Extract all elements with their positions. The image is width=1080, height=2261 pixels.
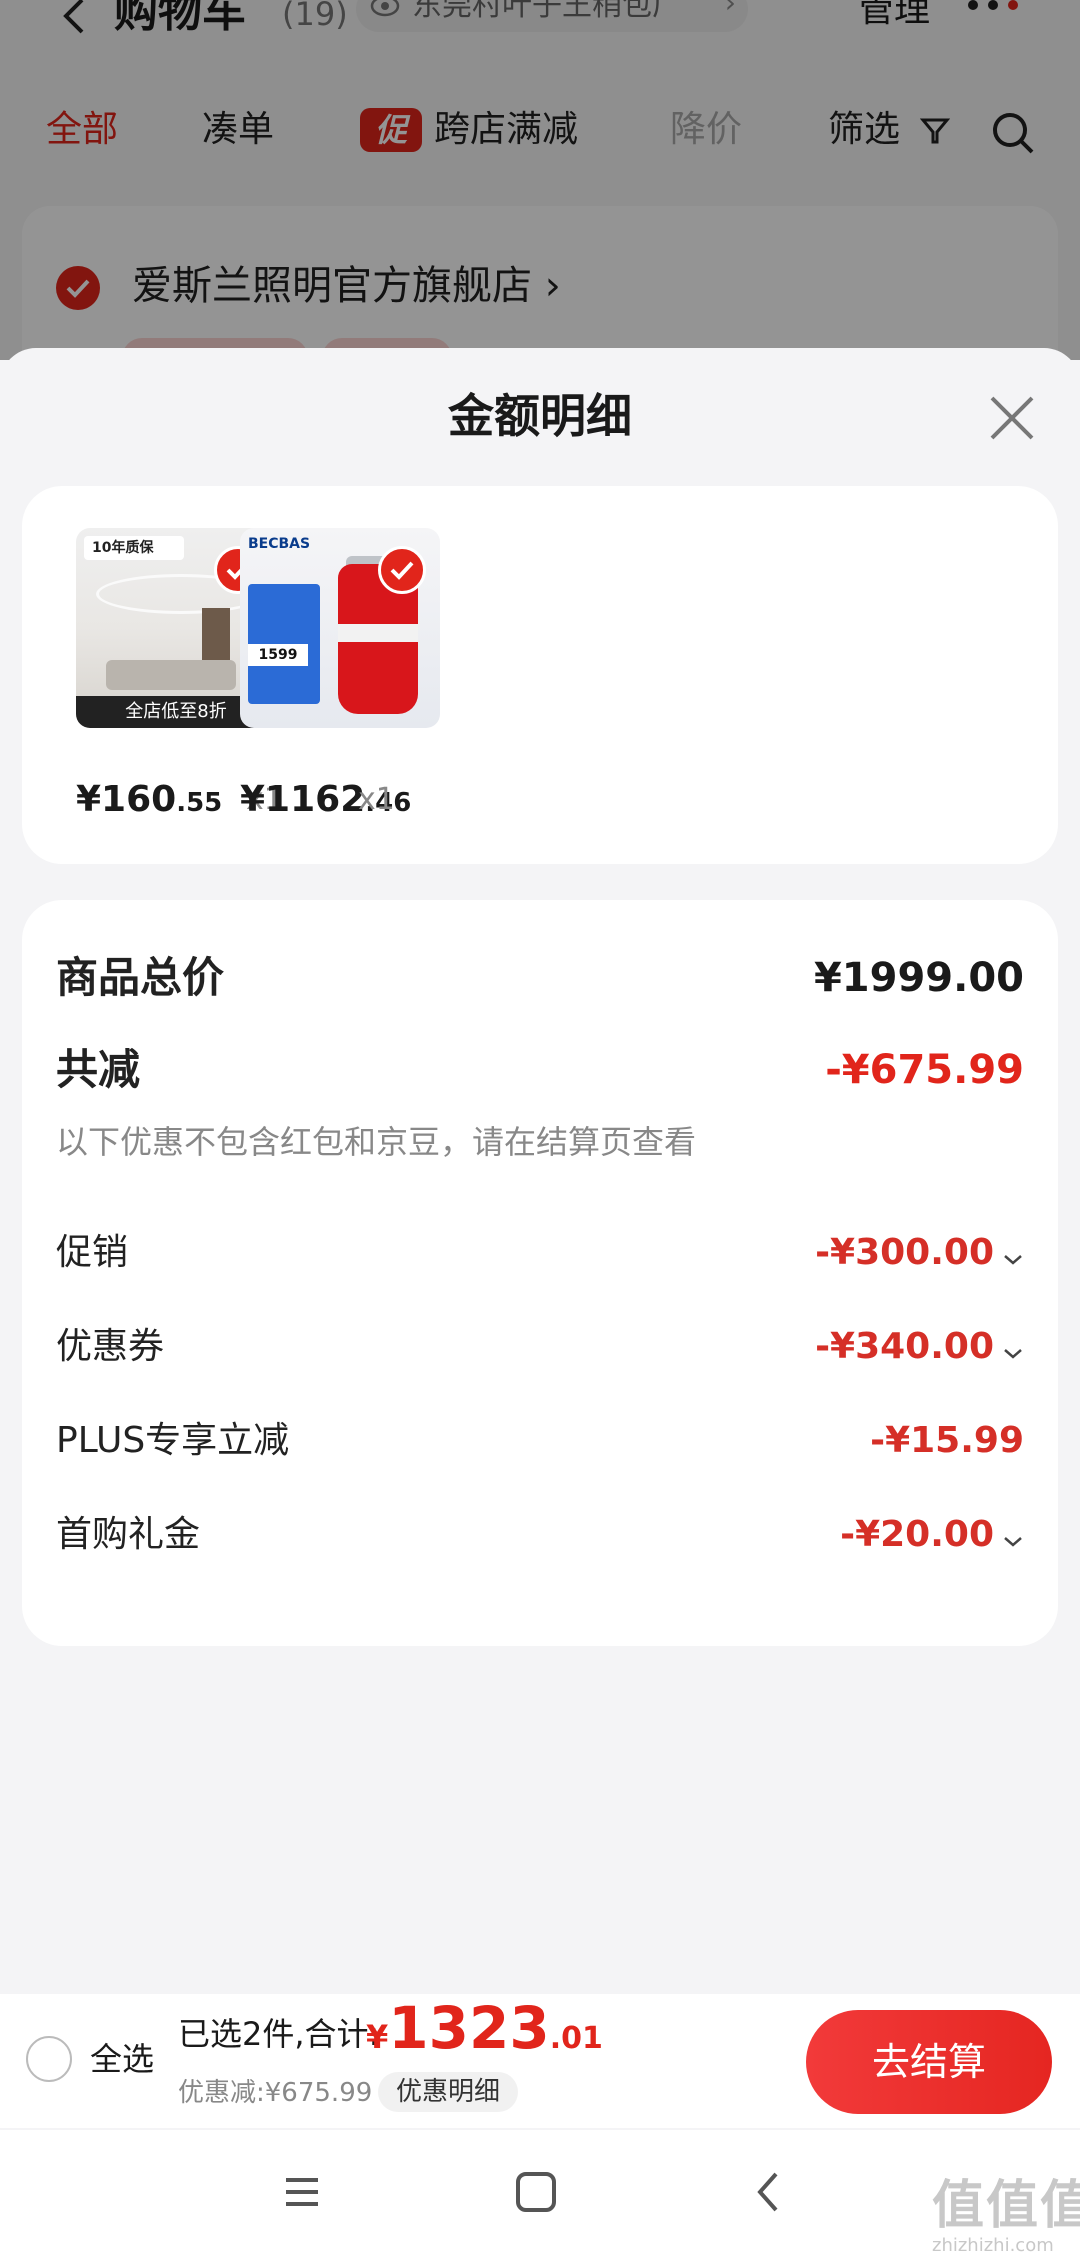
- first-purchase-gift-row[interactable]: -¥20.00: [840, 1512, 1024, 1558]
- chevron-down-icon: [1004, 1536, 1022, 1547]
- plus-discount-label: PLUS专享立减: [56, 1420, 290, 1461]
- amount-detail-sheet: 金额明细 10年质保 全店低至8折 ¥160.55 x1 BECBAS 1599…: [0, 348, 1080, 2261]
- coupon-value: -¥340.00: [815, 1326, 994, 1367]
- select-all-checkbox[interactable]: [26, 2036, 72, 2082]
- system-nav-bar: [0, 2130, 1080, 2261]
- close-icon[interactable]: [986, 392, 1038, 444]
- selected-count-text: 已选2件,合计:: [178, 2015, 380, 2053]
- first-purchase-gift-value: -¥20.00: [840, 1514, 994, 1555]
- product-thumbnail-price: 1599: [248, 644, 308, 666]
- checked-icon: [378, 546, 426, 594]
- total-price-value: ¥1999.00: [813, 955, 1024, 1001]
- site-watermark: 值值值 zhizhizhi.com: [932, 2176, 1080, 2256]
- coupon-row[interactable]: -¥340.00: [815, 1324, 1024, 1370]
- plus-discount-row: -¥15.99: [870, 1418, 1024, 1464]
- product-logo: 10年质保: [84, 536, 184, 560]
- promotion-label: 促销: [56, 1232, 129, 1273]
- product-price: ¥160.55: [76, 779, 223, 820]
- product-quantity: x1: [358, 782, 395, 817]
- sheet-title: 金额明细: [448, 389, 632, 443]
- total-price-label: 商品总价: [56, 953, 225, 1002]
- checkout-button[interactable]: 去结算: [806, 2010, 1052, 2114]
- back-icon[interactable]: [740, 2162, 800, 2222]
- discount-amount: 优惠减:¥675.99: [178, 2078, 373, 2108]
- total-reduction-value: -¥675.99: [825, 1047, 1024, 1093]
- modal-overlay[interactable]: [0, 0, 1080, 360]
- discount-detail-button[interactable]: 优惠明细: [378, 2072, 518, 2112]
- price-summary-card: 商品总价 ¥1999.00 共减 -¥675.99 以下优惠不包含红包和京豆，请…: [22, 900, 1058, 1646]
- chevron-down-icon: [1004, 1348, 1022, 1359]
- plus-discount-value: -¥15.99: [870, 1420, 1024, 1461]
- home-icon[interactable]: [506, 2162, 566, 2222]
- selected-products-card: 10年质保 全店低至8折 ¥160.55 x1 BECBAS 1599 ¥116…: [22, 486, 1058, 864]
- coupon-label: 优惠券: [56, 1326, 165, 1367]
- first-purchase-gift-label: 首购礼金: [56, 1514, 201, 1555]
- product-item[interactable]: BECBAS 1599 ¥1162.46 x1: [240, 528, 450, 820]
- order-total: ¥1323.01: [366, 1994, 603, 2062]
- select-all-label[interactable]: 全选: [90, 2038, 154, 2080]
- chevron-down-icon: [1004, 1254, 1022, 1265]
- recent-apps-icon[interactable]: [272, 2162, 332, 2222]
- total-reduction-label: 共减: [56, 1045, 141, 1094]
- discount-note: 以下优惠不包含红包和京豆，请在结算页查看: [56, 1123, 697, 1161]
- promotion-row[interactable]: -¥300.00: [815, 1230, 1024, 1276]
- promotion-value: -¥300.00: [815, 1232, 994, 1273]
- product-brand-logo: BECBAS: [248, 536, 311, 552]
- checkout-bar: 全选 已选2件,合计: ¥1323.01 优惠减:¥675.99 优惠明细 去结…: [0, 1994, 1080, 2128]
